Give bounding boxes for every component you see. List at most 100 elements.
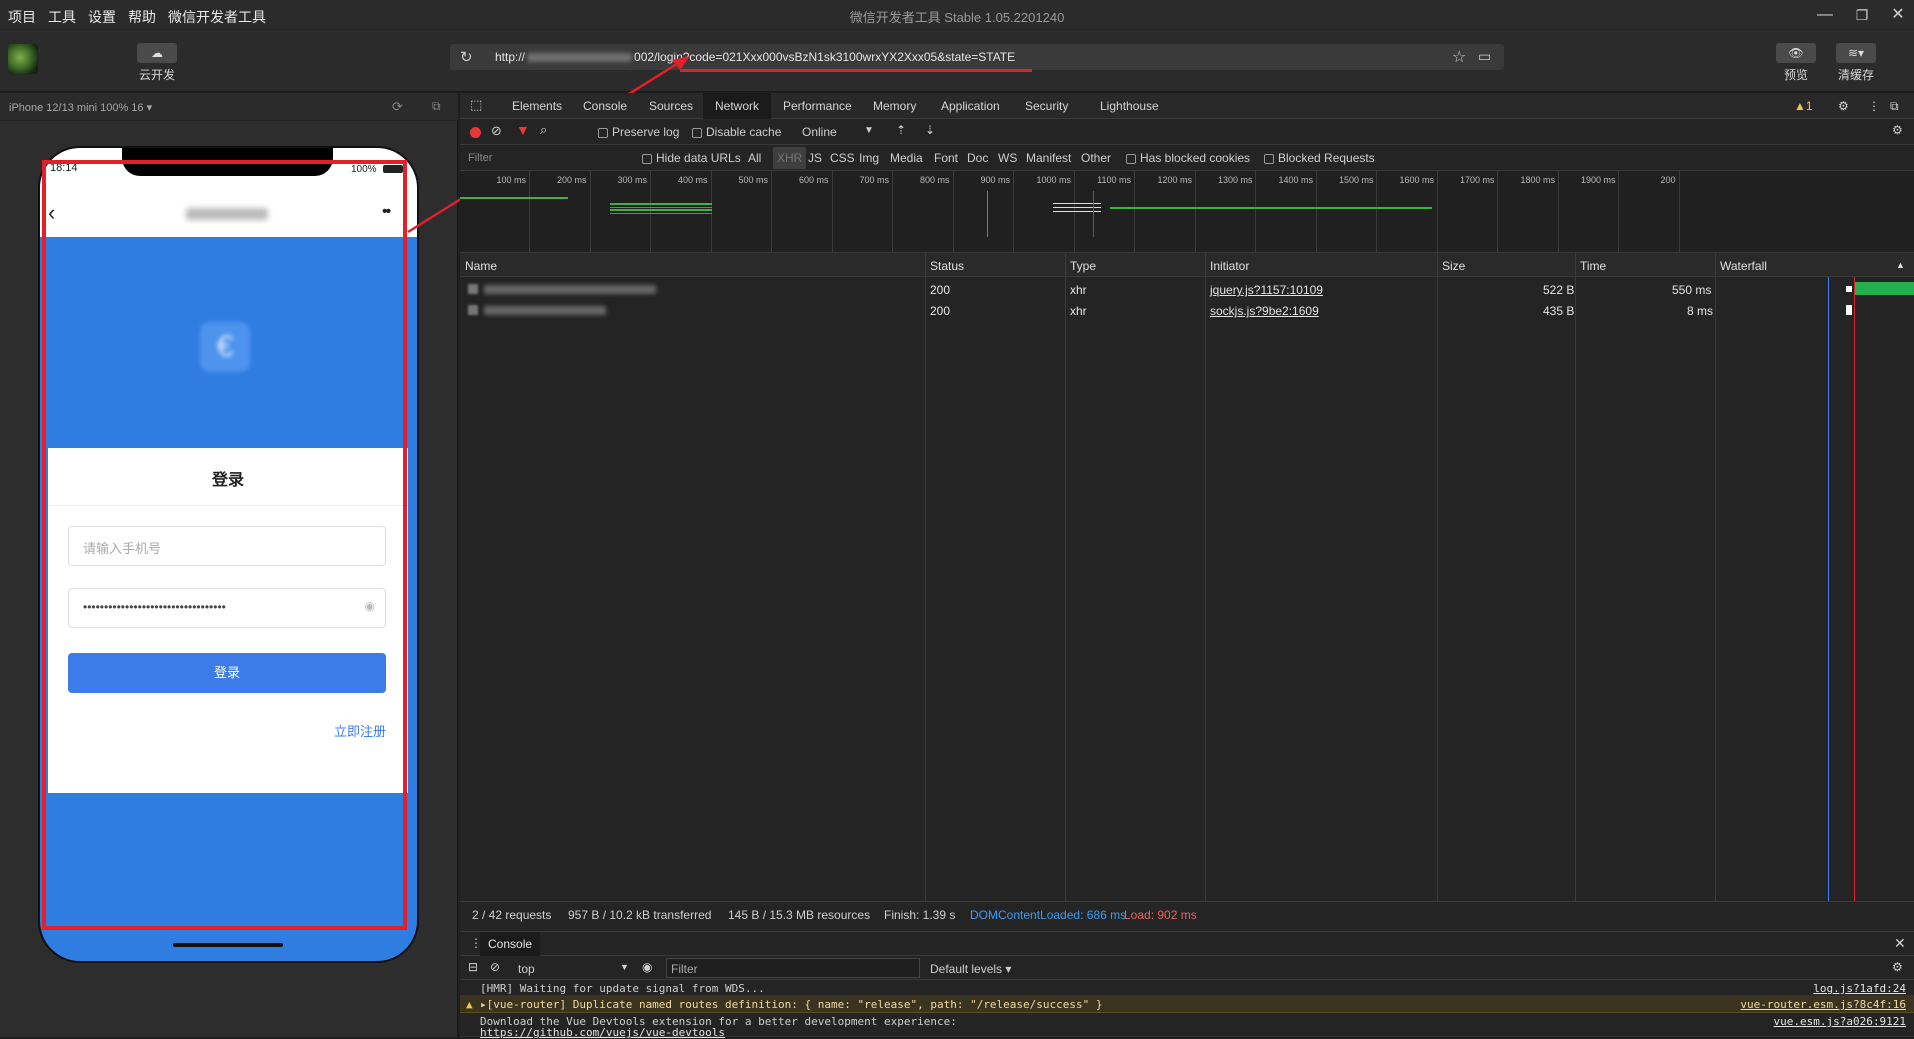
blocked-requests-checkbox[interactable]: Blocked Requests — [1264, 151, 1375, 165]
row-initiator[interactable]: jquery.js?1157:10109 — [1210, 283, 1323, 297]
col-size[interactable]: Size — [1442, 259, 1465, 273]
timeline-gridline — [1134, 171, 1135, 253]
sort-up-icon[interactable]: ▲ — [1896, 260, 1905, 270]
maximize-icon[interactable]: ❐ — [1851, 4, 1873, 26]
timeline-tick-label: 1000 ms — [1036, 175, 1072, 185]
type-css[interactable]: CSS — [830, 151, 855, 165]
resources: 145 B / 15.3 MB resources — [728, 908, 871, 922]
tab-elements[interactable]: Elements — [512, 99, 562, 113]
hide-data-urls-label: Hide data URLs — [656, 151, 741, 165]
warning-badge[interactable]: ▲1 — [1794, 99, 1813, 113]
console-source-link[interactable]: vue-router.esm.js?8c4f:16 — [1740, 998, 1906, 1011]
timeline-gridline — [952, 171, 954, 253]
upload-icon[interactable]: ⇡ — [896, 123, 906, 137]
type-manifest[interactable]: Manifest — [1026, 151, 1071, 165]
dock-icon[interactable]: ⧉ — [1890, 99, 1899, 114]
cloud-icon: ☁ — [137, 43, 177, 63]
col-waterfall[interactable]: Waterfall — [1720, 259, 1767, 273]
finish-time: Finish: 1.39 s — [884, 908, 956, 922]
console-source-link[interactable]: vue.esm.js?a026:9121 — [1774, 1015, 1906, 1028]
device-selector[interactable]: iPhone 12/13 mini 100% 16 ▾ — [9, 101, 152, 114]
tab-console-drawer[interactable]: Console — [480, 932, 541, 956]
avatar[interactable] — [8, 44, 38, 74]
live-expression-eye-icon[interactable]: ◉ — [642, 960, 652, 974]
load-line — [1854, 277, 1855, 901]
tab-network[interactable]: Network — [703, 93, 772, 119]
clear-cache-button[interactable]: ≋▾ 清缓存 — [1836, 43, 1876, 83]
type-doc[interactable]: Doc — [967, 151, 988, 165]
type-other[interactable]: Other — [1081, 151, 1111, 165]
tab-lighthouse[interactable]: Lighthouse — [1100, 99, 1159, 113]
table-row[interactable]: 200 xhr jquery.js?1157:10109 522 B 550 m… — [460, 279, 1914, 300]
tab-application[interactable]: Application — [941, 99, 1000, 113]
preserve-log-checkbox[interactable]: Preserve log — [598, 125, 679, 139]
url-underline-annotation — [680, 69, 1032, 72]
console-source-link[interactable]: log.js?1afd:24 — [1813, 982, 1906, 995]
row-time: 8 ms — [1687, 304, 1714, 318]
col-status[interactable]: Status — [930, 259, 964, 273]
type-js[interactable]: JS — [808, 151, 822, 165]
hide-data-urls-checkbox[interactable]: Hide data URLs — [642, 151, 741, 165]
col-initiator[interactable]: Initiator — [1210, 259, 1249, 273]
table-row[interactable]: 200 xhr sockjs.js?9be2:1609 435 B 8 ms — [460, 300, 1914, 321]
gear-icon[interactable]: ⚙ — [1838, 99, 1849, 113]
title-bar: 项目 工具 设置 帮助 微信开发者工具 微信开发者工具 Stable 1.05.… — [0, 0, 1914, 30]
has-blocked-label: Has blocked cookies — [1140, 151, 1251, 165]
type-ws[interactable]: WS — [998, 151, 1017, 165]
timeline-tick-label: 100 ms — [496, 175, 526, 185]
timeline-gridline — [529, 171, 530, 253]
col-time[interactable]: Time — [1580, 259, 1606, 273]
close-icon[interactable]: ✕ — [1887, 4, 1909, 26]
record-icon[interactable] — [470, 127, 481, 138]
console-settings-gear-icon[interactable]: ⚙ — [1892, 960, 1903, 974]
row-initiator[interactable]: sockjs.js?9be2:1609 — [1210, 304, 1319, 318]
sidebar-toggle-icon[interactable]: ⊟ — [468, 960, 478, 974]
kebab-icon[interactable]: ⋮ — [1868, 99, 1880, 113]
tab-security[interactable]: Security — [1025, 99, 1068, 113]
transferred: 957 B / 10.2 kB transferred — [568, 908, 712, 922]
tab-memory[interactable]: Memory — [873, 99, 916, 113]
minimize-icon[interactable]: — — [1814, 4, 1836, 26]
star-icon[interactable]: ☆ — [1452, 47, 1466, 67]
download-icon[interactable]: ⇣ — [925, 123, 935, 137]
type-xhr[interactable]: XHR — [773, 147, 807, 169]
console-filter-input[interactable]: Filter — [666, 958, 920, 978]
context-select[interactable]: top — [518, 962, 535, 976]
timeline-tick-label: 900 ms — [980, 175, 1010, 185]
col-name[interactable]: Name — [465, 259, 497, 273]
clear-console-icon[interactable]: ⊘ — [490, 960, 500, 974]
checkbox-icon — [1264, 153, 1274, 164]
settings-gear-icon[interactable]: ⚙ — [1892, 123, 1903, 137]
search-icon[interactable]: ⌕ — [540, 122, 547, 138]
filter-input[interactable]: Filter — [468, 152, 492, 164]
console-message[interactable]: ▸[vue-router] Duplicate named routes def… — [480, 998, 1103, 1011]
timeline-gridline — [1255, 171, 1256, 253]
log-levels-select[interactable]: Default levels ▾ — [930, 962, 1011, 976]
type-media[interactable]: Media — [890, 151, 923, 165]
type-font[interactable]: Font — [934, 151, 958, 165]
clear-icon[interactable]: ⊘ — [491, 123, 502, 139]
preview-button[interactable]: 👁 预览 — [1776, 43, 1816, 83]
cloud-dev-button[interactable]: ☁ 云开发 — [137, 43, 177, 83]
has-blocked-checkbox[interactable]: Has blocked cookies — [1126, 151, 1250, 165]
tab-sources[interactable]: Sources — [649, 99, 693, 113]
disable-cache-checkbox[interactable]: Disable cache — [692, 125, 781, 139]
col-type[interactable]: Type — [1070, 259, 1096, 273]
network-overview[interactable]: 100 ms 200 ms 300 ms 400 ms 500 ms 600 ms 700 … — [460, 171, 1914, 253]
throttle-select[interactable]: Online — [802, 125, 837, 139]
console-url-link[interactable]: https://github.com/vuejs/vue-devtools — [480, 1026, 725, 1039]
type-all[interactable]: All — [748, 151, 761, 165]
tab-console[interactable]: Console — [583, 99, 627, 113]
row-status: 200 — [930, 304, 951, 318]
timeline-gridline — [771, 171, 772, 253]
simulator-header: iPhone 12/13 mini 100% 16 ▾ ⟳ ⧉ — [0, 93, 458, 121]
type-img[interactable]: Img — [859, 151, 879, 165]
row-size: 435 B — [1543, 304, 1575, 318]
inspect-icon[interactable]: ⬚ — [470, 97, 482, 113]
close-drawer-icon[interactable]: ✕ — [1894, 935, 1906, 952]
folder-icon[interactable]: ▭ — [1478, 48, 1491, 65]
console-toolbar: ⊟ ⊘ top ▼ ◉ Filter Default levels ▾ ⚙ — [460, 956, 1914, 980]
tab-performance[interactable]: Performance — [783, 99, 852, 113]
filter-icon[interactable]: ▼ — [516, 122, 530, 138]
timeline-gridline — [1678, 171, 1680, 253]
